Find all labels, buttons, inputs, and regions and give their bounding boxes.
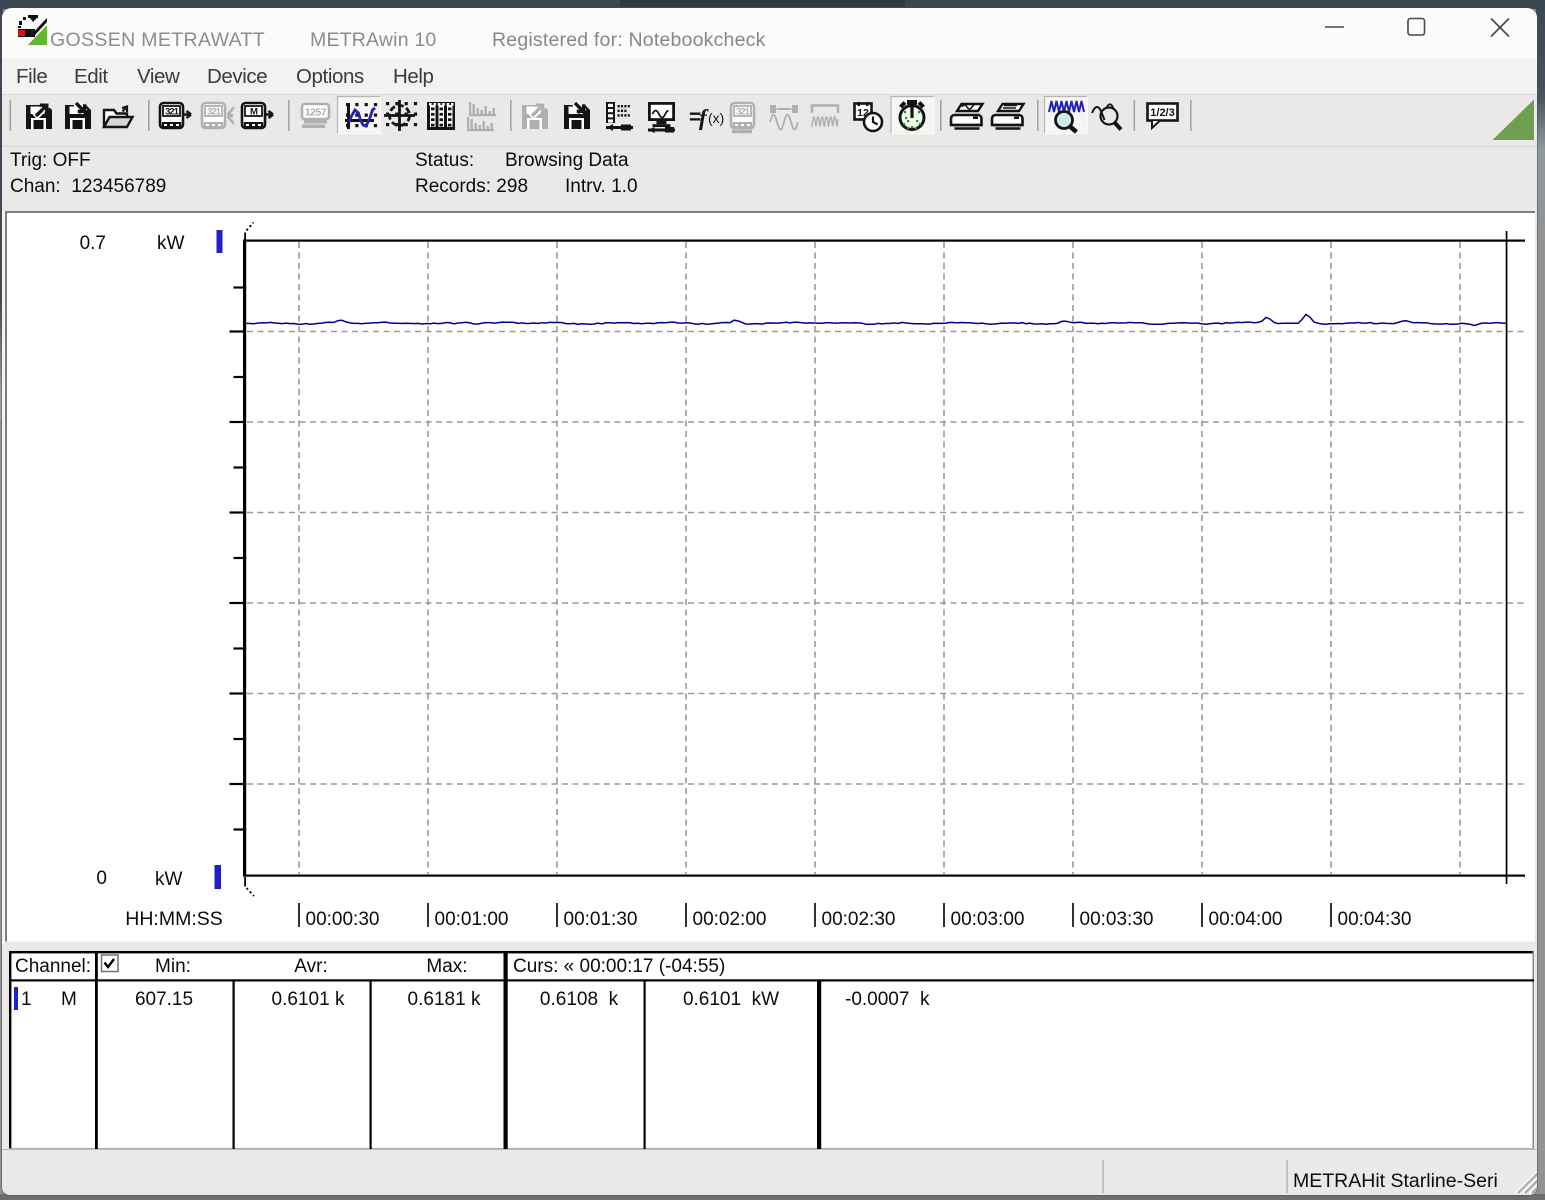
svg-text:00:02:00: 00:02:00 [693, 909, 767, 930]
svg-text:-0.0007 k: -0.0007 k [845, 989, 930, 1010]
svg-text:321: 321 [207, 106, 222, 117]
svg-text:0.6108 k: 0.6108 k [540, 989, 619, 1010]
svg-text:00:01:00: 00:01:00 [435, 909, 509, 930]
svg-text:Channel:: Channel: [15, 956, 91, 977]
svg-text:00:03:00: 00:03:00 [951, 909, 1025, 930]
svg-text:METRAHit Starline-Seri: METRAHit Starline-Seri [1293, 1170, 1498, 1192]
svg-text:Min:: Min: [155, 956, 191, 977]
svg-text:00:03:30: 00:03:30 [1080, 909, 1154, 930]
svg-text:00:02:30: 00:02:30 [822, 909, 896, 930]
svg-text:1/2/3: 1/2/3 [1150, 107, 1174, 119]
svg-text:00:04:30: 00:04:30 [1338, 909, 1412, 930]
svg-text:kW: kW [157, 233, 185, 254]
svg-text:00:04:00: 00:04:00 [1209, 909, 1283, 930]
svg-text:0.6181 k: 0.6181 k [408, 989, 481, 1010]
svg-text:0.7: 0.7 [80, 233, 106, 254]
svg-text:607.15: 607.15 [135, 989, 193, 1010]
svg-text:00:00:30: 00:00:30 [306, 909, 380, 930]
svg-text:(x): (x) [708, 110, 724, 126]
svg-text:321: 321 [165, 106, 180, 117]
svg-text:Avr:: Avr: [294, 956, 327, 977]
svg-text:1: 1 [21, 989, 32, 1010]
svg-text:HH:MM:SS: HH:MM:SS [125, 908, 223, 930]
svg-text:Max:: Max: [426, 956, 467, 977]
svg-text:0: 0 [96, 868, 107, 889]
svg-text:Curs: « 00:00:17 (-04:55): Curs: « 00:00:17 (-04:55) [513, 956, 725, 977]
svg-text:1257: 1257 [305, 107, 327, 119]
svg-text:321: 321 [736, 106, 751, 117]
svg-text:M: M [61, 989, 77, 1010]
svg-text:00:01:30: 00:01:30 [564, 909, 638, 930]
svg-text:M: M [250, 106, 258, 117]
svg-text:0.6101 kW: 0.6101 kW [683, 989, 779, 1010]
svg-text:kW: kW [155, 869, 183, 890]
svg-text:0.6101 k: 0.6101 k [272, 989, 345, 1010]
